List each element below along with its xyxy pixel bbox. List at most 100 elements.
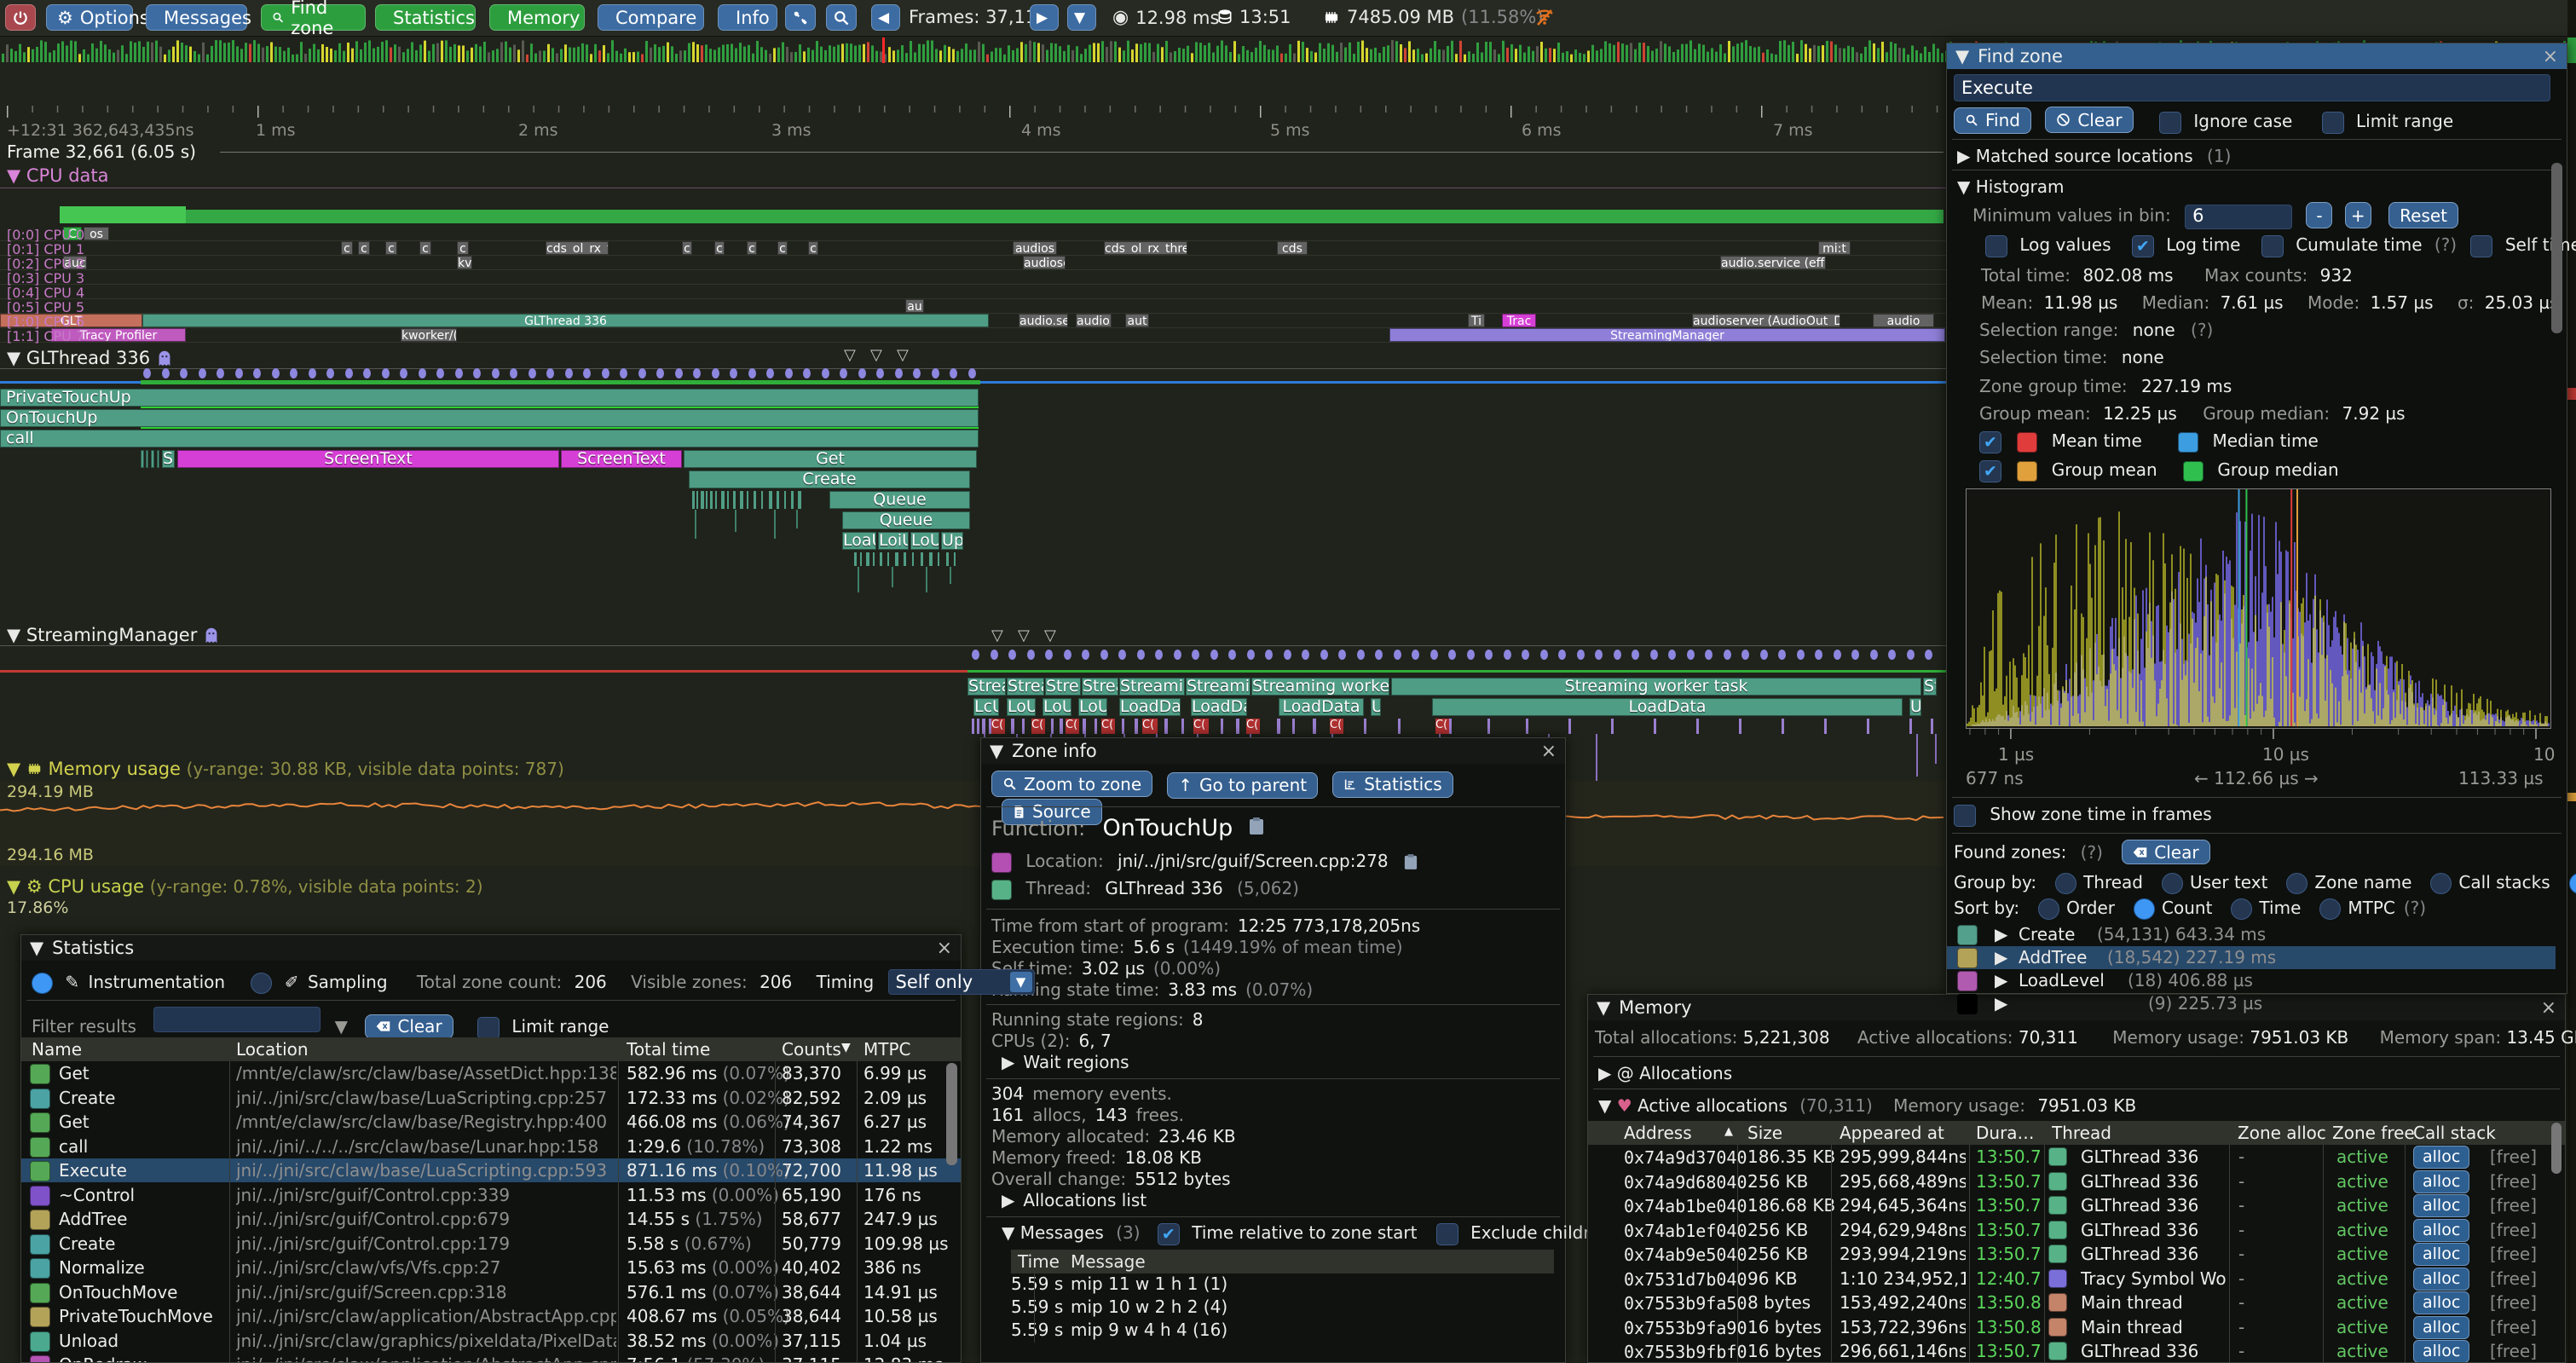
close-icon[interactable]: × <box>2543 46 2558 67</box>
show-zone-time-checkbox[interactable]: ✔ <box>1954 805 1976 827</box>
zone-bar[interactable]: ScreenText <box>561 450 682 468</box>
log-values-checkbox[interactable]: ✔ <box>1985 235 2007 257</box>
table-row[interactable]: OnTouchMove jni/../jni/src/guif/Screen.c… <box>21 1280 961 1304</box>
cpu-zone[interactable]: aut <box>1125 314 1149 327</box>
table-row[interactable]: Execute jni/../jni/src/claw/base/LuaScri… <box>21 1158 961 1182</box>
zone-info-titlebar[interactable]: ▼Zone info× <box>981 738 1565 764</box>
zone-bar[interactable]: Up <box>941 532 963 550</box>
alloc-button[interactable]: alloc <box>2413 1316 2469 1339</box>
alloc-button[interactable]: alloc <box>2413 1146 2469 1169</box>
cpu-zone[interactable]: c <box>682 241 692 255</box>
zone-bar[interactable]: LoUp <box>910 532 939 550</box>
zone-bar[interactable]: Strean <box>967 678 1006 696</box>
clear-filter-button[interactable]: Clear <box>365 1014 453 1039</box>
cpu-zone[interactable]: cds_ol_rx_thr <box>546 241 609 255</box>
table-row[interactable]: Get /mnt/e/claw/src/claw/base/AssetDict.… <box>21 1061 961 1085</box>
table-row[interactable]: Normalize jni/../jni/src/claw/vfs/Vfs.cp… <box>21 1256 961 1279</box>
cpu-zone[interactable]: audio. <box>1076 314 1112 327</box>
table-row[interactable]: 0x7553b9fa50 8 bytes 153,492,240ns 13:50… <box>1588 1291 2565 1314</box>
cpu-zone[interactable]: kworker/( <box>401 328 457 342</box>
zone-bar[interactable] <box>141 450 144 468</box>
group-by-user-text[interactable] <box>2162 873 2183 894</box>
increase-button[interactable]: + <box>2345 202 2371 228</box>
zone-bar[interactable]: LoaU <box>842 532 876 550</box>
find-zone-search-input[interactable]: Execute <box>1954 74 2550 101</box>
zone-bar[interactable]: call <box>0 430 979 448</box>
find-zone-titlebar[interactable]: ▼Find zone× <box>1947 43 2567 69</box>
table-row[interactable]: 0x7531d7b040 96 KB 1:10 234,952,161 12:4… <box>1588 1267 2565 1291</box>
cpu-zone[interactable]: c <box>385 241 397 255</box>
zoom-button[interactable] <box>826 4 857 31</box>
statistics-button[interactable]: Statistics <box>375 4 476 31</box>
table-row[interactable]: 0x7553b9fbf0 16 bytes 296,661,146ns 13:5… <box>1588 1339 2565 1362</box>
messages-button[interactable]: Messages <box>146 4 247 31</box>
cpu-zone[interactable]: audios <box>1013 241 1057 255</box>
zone-bar[interactable]: St <box>1923 678 1937 696</box>
cpu-zone[interactable]: c <box>808 241 818 255</box>
instrumentation-radio[interactable] <box>32 973 53 994</box>
timing-dropdown[interactable]: Self only ▼ <box>888 969 1035 995</box>
limit-range-checkbox[interactable]: ✔ <box>2322 112 2344 134</box>
zone-bar[interactable]: Create <box>689 471 970 488</box>
info-button[interactable]: Info <box>718 4 777 31</box>
table-row[interactable]: PrivateTouchMove jni/../jni/src/claw/app… <box>21 1304 961 1328</box>
cpu-zone[interactable]: au <box>905 299 924 313</box>
min-bin-input[interactable]: 6 <box>2185 205 2292 229</box>
log-time-checkbox[interactable]: ✔ <box>2132 235 2154 257</box>
group-by-thread[interactable] <box>2055 873 2076 894</box>
cpu-zone[interactable]: Trac <box>1502 314 1536 327</box>
options-button[interactable]: ⚙Options <box>46 4 133 31</box>
table-row[interactable]: Unload jni/../jni/src/claw/graphics/pixe… <box>21 1329 961 1353</box>
clear-button[interactable]: Clear <box>2045 107 2133 133</box>
group-by-call-stacks[interactable] <box>2430 873 2452 894</box>
table-row[interactable]: OnRedraw jni/../jni/src/claw/application… <box>21 1353 961 1362</box>
compare-button[interactable]: Compare <box>598 4 704 31</box>
table-row[interactable]: call jni/../jni/../../../src/claw/base/L… <box>21 1135 961 1158</box>
statistics-table-header[interactable]: Name Location Total time Counts ▼ MTPC <box>21 1037 961 1061</box>
table-row[interactable]: 0x74a9d68040 256 KB 295,668,489ns 13:50.… <box>1588 1170 2565 1193</box>
next-frame-button[interactable]: ▶ <box>1030 4 1059 31</box>
found-zone-item[interactable]: ▶ LoadLevel (18) 406.88 µs <box>1947 969 2556 992</box>
memory-button[interactable]: Memory <box>489 4 585 31</box>
table-row[interactable]: Create jni/../jni/src/claw/base/LuaScrip… <box>21 1086 961 1110</box>
zone-bar[interactable]: PrivateTouchUp <box>0 389 979 407</box>
cpu-zone[interactable]: c <box>777 241 788 255</box>
group-by-zone-name[interactable] <box>2286 873 2307 894</box>
tools-button[interactable] <box>785 4 816 31</box>
alloc-button[interactable]: alloc <box>2413 1194 2469 1217</box>
exclude-children-checkbox[interactable]: ✔ <box>1436 1223 1458 1245</box>
zone-bar[interactable] <box>151 450 154 468</box>
limit-range-checkbox[interactable]: ✔ <box>477 1017 500 1039</box>
cpu-zone[interactable]: kv <box>457 256 472 269</box>
zone-bar[interactable]: LoadDaU <box>1191 698 1247 716</box>
zone-time-histogram[interactable] <box>1966 488 2551 729</box>
filter-input[interactable] <box>153 1007 321 1032</box>
zone-bar[interactable]: Streaming <box>1119 678 1185 696</box>
memory-plot-header[interactable]: ▼ Memory usage (y-range: 30.88 KB, visib… <box>7 759 564 779</box>
prev-frame-button[interactable]: ◀ <box>871 4 900 31</box>
zone-bar[interactable] <box>146 450 148 468</box>
find-button[interactable]: Find <box>1954 107 2031 134</box>
group-mean-checkbox[interactable]: ✔ <box>1979 460 2001 482</box>
reset-button[interactable]: Reset <box>2388 202 2458 228</box>
table-row[interactable]: 0x74a9d37040 186.35 KB 295,999,844ns 13:… <box>1588 1145 2565 1169</box>
zone-bar[interactable]: Queue <box>829 491 970 509</box>
clear-found-button[interactable]: Clear <box>2122 840 2209 864</box>
power-button[interactable] <box>5 4 36 31</box>
alloc-button[interactable]: alloc <box>2413 1170 2469 1193</box>
zone-bar[interactable]: LoadData <box>1279 698 1364 716</box>
cpu-zone[interactable]: mi:t <box>1818 241 1851 255</box>
zone-bar[interactable]: U <box>1371 698 1381 716</box>
zone-bar[interactable]: Get <box>684 450 977 468</box>
cpu-zone[interactable]: os <box>84 227 109 240</box>
sort-by-mtpc[interactable] <box>2319 898 2341 920</box>
zone-bar[interactable]: S| <box>162 450 175 468</box>
sort-by-order[interactable] <box>2038 898 2059 920</box>
cpu-zone[interactable]: c <box>714 241 725 255</box>
sort-by-count[interactable] <box>2134 898 2155 920</box>
cpu-zone[interactable]: StreamingManager <box>1389 328 1945 342</box>
table-row[interactable]: 0x7553b9fa90 16 bytes 153,722,396ns 13:5… <box>1588 1315 2565 1339</box>
alloc-button[interactable]: alloc <box>2413 1219 2469 1242</box>
cpu-zone[interactable]: cds_ol_rx_threa <box>1104 241 1187 255</box>
clipboard-icon[interactable] <box>1249 817 1264 835</box>
